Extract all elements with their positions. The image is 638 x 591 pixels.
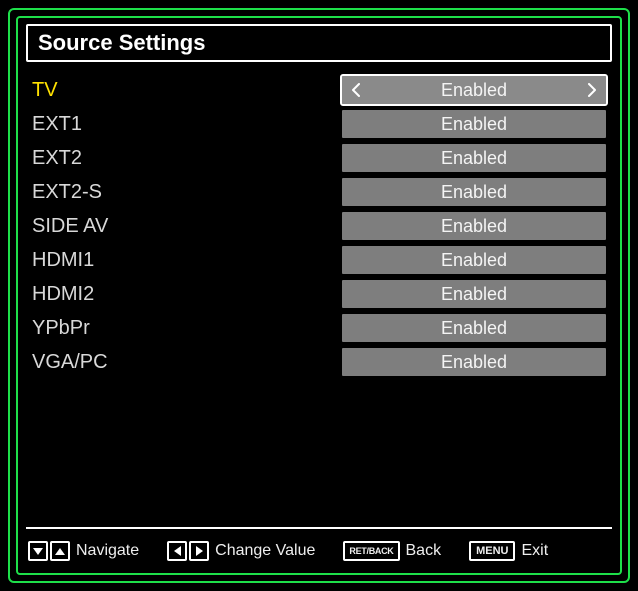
menu-key-icon: MENU xyxy=(469,541,515,561)
source-row[interactable]: VGA/PC Enabled xyxy=(32,346,606,378)
hint-back-label: Back xyxy=(406,542,442,560)
source-value: Enabled xyxy=(441,114,507,135)
source-label: SIDE AV xyxy=(32,215,342,238)
source-value: Enabled xyxy=(441,182,507,203)
source-row[interactable]: TV Enabled xyxy=(32,74,606,106)
source-list: TV Enabled EXT1 Enabled EXT2 Enabled EXT2-S Ena… xyxy=(18,66,620,527)
source-value-selector[interactable]: Enabled xyxy=(342,144,606,172)
page-title: Source Settings xyxy=(38,30,600,56)
source-row[interactable]: EXT1 Enabled xyxy=(32,108,606,140)
source-row[interactable]: SIDE AV Enabled xyxy=(32,210,606,242)
source-value: Enabled xyxy=(441,284,507,305)
nav-up-down-keys xyxy=(28,541,70,561)
nav-left-right-keys xyxy=(167,541,209,561)
hint-change-value: Change Value xyxy=(167,541,315,561)
source-label: EXT2 xyxy=(32,147,342,170)
hint-exit-label: Exit xyxy=(521,542,548,560)
ret-back-key-icon: RET/BACK xyxy=(343,541,399,561)
source-value-selector[interactable]: Enabled xyxy=(342,212,606,240)
source-label: HDMI2 xyxy=(32,283,342,306)
source-label: YPbPr xyxy=(32,317,342,340)
menu-outer-frame: Source Settings TVEnabledEXT1EnabledEXT2… xyxy=(8,8,630,583)
footer-hints: Navigate Change Value RET/BACK Back MENU… xyxy=(18,529,620,573)
source-value-selector[interactable]: Enabled xyxy=(342,178,606,206)
source-value-selector[interactable]: Enabled xyxy=(342,76,606,104)
chevron-right-icon[interactable] xyxy=(584,80,600,100)
source-value-selector[interactable]: Enabled xyxy=(342,348,606,376)
source-value: Enabled xyxy=(441,250,507,271)
menu-inner-frame: Source Settings TVEnabledEXT1EnabledEXT2… xyxy=(16,16,622,575)
source-value-selector[interactable]: Enabled xyxy=(342,280,606,308)
source-row[interactable]: EXT2 Enabled xyxy=(32,142,606,174)
source-row[interactable]: HDMI2 Enabled xyxy=(32,278,606,310)
source-value: Enabled xyxy=(441,318,507,339)
hint-navigate-label: Navigate xyxy=(76,542,139,560)
source-label: TV xyxy=(32,79,342,102)
source-row[interactable]: HDMI1 Enabled xyxy=(32,244,606,276)
source-value: Enabled xyxy=(441,216,507,237)
source-label: EXT2-S xyxy=(32,181,342,204)
arrow-down-icon xyxy=(28,541,48,561)
hint-exit: MENU Exit xyxy=(469,541,548,561)
source-label: EXT1 xyxy=(32,113,342,136)
source-row[interactable]: YPbPr Enabled xyxy=(32,312,606,344)
source-label: HDMI1 xyxy=(32,249,342,272)
hint-back: RET/BACK Back xyxy=(343,541,441,561)
source-value-selector[interactable]: Enabled xyxy=(342,314,606,342)
arrow-left-icon xyxy=(167,541,187,561)
hint-navigate: Navigate xyxy=(28,541,139,561)
source-value-selector[interactable]: Enabled xyxy=(342,246,606,274)
source-value-selector[interactable]: Enabled xyxy=(342,110,606,138)
hint-change-value-label: Change Value xyxy=(215,542,315,560)
source-row[interactable]: EXT2-S Enabled xyxy=(32,176,606,208)
title-box: Source Settings xyxy=(26,24,612,62)
arrow-up-icon xyxy=(50,541,70,561)
chevron-left-icon[interactable] xyxy=(348,80,364,100)
source-value: Enabled xyxy=(441,352,507,373)
source-value: Enabled xyxy=(441,148,507,169)
source-value: Enabled xyxy=(441,80,507,101)
arrow-right-icon xyxy=(189,541,209,561)
source-label: VGA/PC xyxy=(32,351,342,374)
